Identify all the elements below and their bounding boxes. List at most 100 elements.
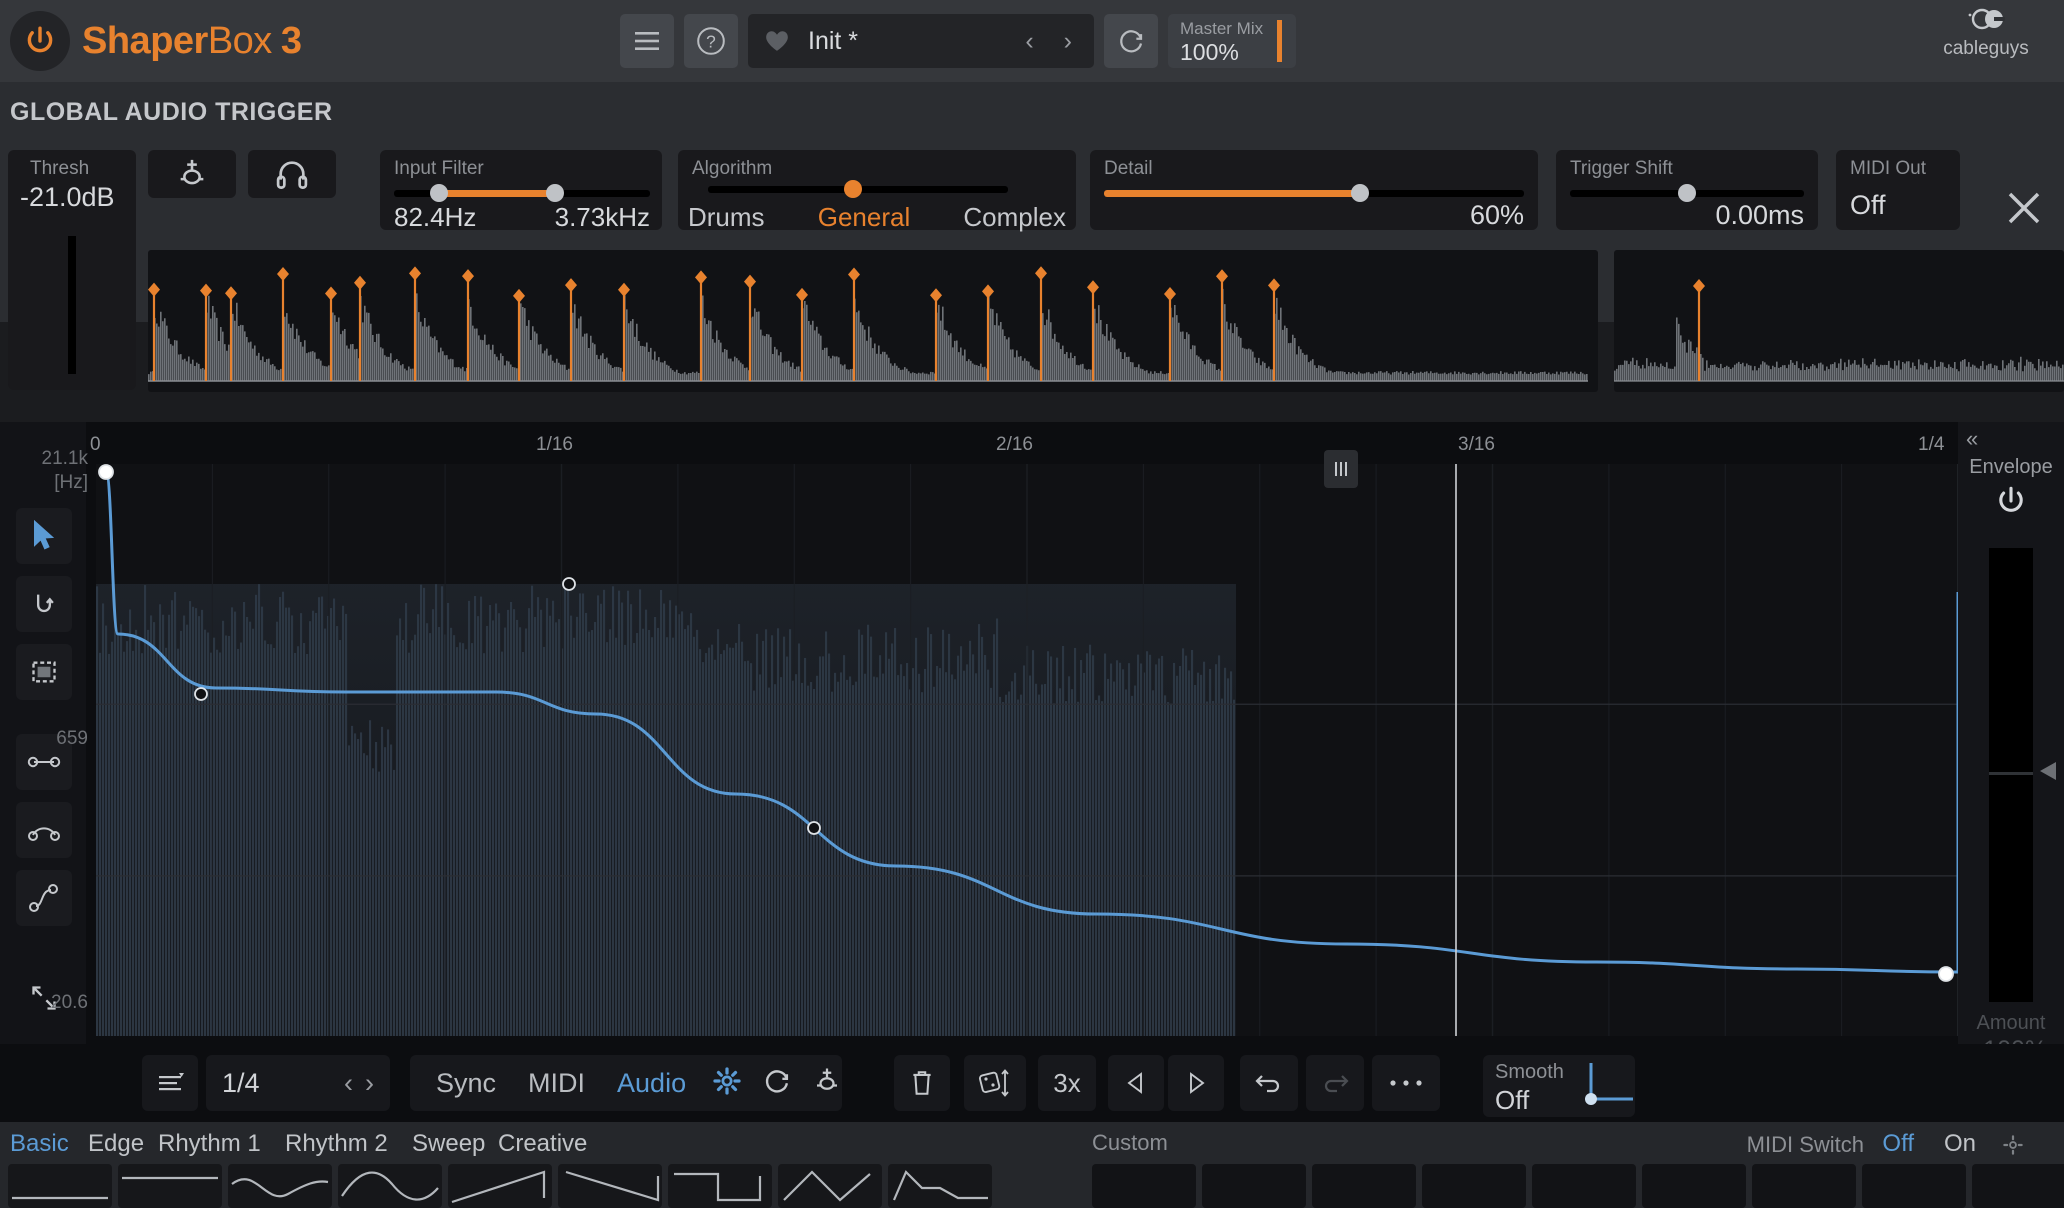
rate-next-button[interactable]: › [365, 1068, 374, 1099]
reload-button[interactable] [1104, 14, 1158, 68]
randomize-button[interactable] [964, 1055, 1026, 1111]
grid-lines-icon [159, 1073, 184, 1091]
envelope-amount-slider[interactable] [1989, 548, 2033, 1002]
more-dots-icon [1390, 1080, 1422, 1086]
category-rhythm-1[interactable]: Rhythm 1 [158, 1130, 261, 1158]
smooth-control[interactable]: Smooth Off [1483, 1055, 1635, 1117]
preset-browser[interactable]: Init * ‹ › [748, 14, 1094, 68]
delete-button[interactable] [894, 1055, 950, 1111]
gear-icon [713, 1066, 741, 1095]
retrigger-loop-button[interactable] [752, 1066, 802, 1101]
threshold-panel[interactable]: Thresh -21.0dB [8, 150, 136, 440]
trigger-shift-panel[interactable]: Trigger Shift 0.00ms [1556, 150, 1818, 230]
shape-preset-6[interactable] [558, 1164, 662, 1208]
shape-preset-9[interactable] [888, 1164, 992, 1208]
redo-button[interactable] [1306, 1055, 1364, 1111]
grid-drag-handle-icon[interactable] [1324, 450, 1358, 488]
custom-slot-2[interactable] [1202, 1164, 1306, 1208]
algorithm-option-general[interactable]: General [818, 202, 911, 233]
shape-preset-4-icon [341, 1171, 439, 1201]
algorithm-panel[interactable]: Algorithm Drums General Complex [678, 150, 1076, 233]
detail-value: 60% [1469, 200, 1524, 230]
trigger-shift-value: 0.00ms [1715, 200, 1804, 230]
menu-button[interactable] [620, 14, 674, 68]
sidechain-waveform-display[interactable] [1614, 250, 2064, 392]
rate-prev-button[interactable]: ‹ [344, 1068, 353, 1099]
loop-icon [766, 1069, 789, 1093]
midi-out-panel[interactable]: MIDI Out Off [1836, 150, 1960, 230]
algorithm-option-complex[interactable]: Complex [963, 202, 1066, 233]
grid-settings-button[interactable] [142, 1055, 198, 1111]
sidechain-icon [180, 159, 204, 185]
envelope-amount-label: Amount [1976, 1012, 2046, 1034]
category-edge[interactable]: Edge [88, 1130, 144, 1158]
custom-slot-5[interactable] [1532, 1164, 1636, 1208]
input-filter-low-knob[interactable] [430, 184, 448, 202]
custom-slot-4[interactable] [1422, 1164, 1526, 1208]
rate-control[interactable]: 1/4 ‹ › [206, 1055, 390, 1111]
help-button[interactable]: ? [684, 14, 738, 68]
custom-slot-3[interactable] [1312, 1164, 1416, 1208]
master-mix-control[interactable]: Master Mix 100% [1168, 14, 1297, 68]
trigger-shift-track[interactable] [1570, 184, 1804, 202]
algorithm-knob[interactable] [844, 180, 862, 198]
threshold-track[interactable] [68, 236, 76, 374]
mode-sync-button[interactable]: Sync [420, 1068, 512, 1099]
detail-panel[interactable]: Detail 60% [1090, 150, 1538, 230]
audio-settings-button[interactable] [702, 1066, 752, 1101]
envelope-amount-handle[interactable] [1989, 772, 2033, 775]
custom-slot-9[interactable] [1972, 1164, 2064, 1208]
multiplier-button[interactable]: 3x [1038, 1055, 1096, 1111]
envelope-power-button[interactable] [1958, 484, 2064, 518]
collapse-panel-button[interactable]: « [1966, 426, 1978, 452]
algorithm-option-drums[interactable]: Drums [688, 202, 765, 233]
shape-preset-7[interactable] [668, 1164, 772, 1208]
shape-preset-8[interactable] [778, 1164, 882, 1208]
main-power-button[interactable] [10, 11, 70, 71]
trigger-shift-knob[interactable] [1678, 184, 1696, 202]
midi-switch-on-button[interactable]: On [1944, 1130, 1976, 1158]
more-options-button[interactable] [1372, 1055, 1440, 1111]
step-back-button[interactable] [1108, 1055, 1164, 1111]
smooth-curve-indicator[interactable] [1579, 1059, 1635, 1115]
custom-slot-1[interactable] [1092, 1164, 1196, 1208]
category-basic[interactable]: Basic [10, 1130, 69, 1158]
detail-track[interactable] [1104, 184, 1524, 202]
algorithm-track[interactable] [708, 180, 1008, 198]
mode-audio-button[interactable]: Audio [601, 1068, 702, 1099]
midi-switch-off-button[interactable]: Off [1882, 1130, 1914, 1158]
shape-preset-5[interactable] [448, 1164, 552, 1208]
close-icon [2008, 192, 2040, 224]
envelope-canvas[interactable] [96, 450, 1960, 1036]
category-creative[interactable]: Creative [498, 1130, 587, 1158]
category-sweep[interactable]: Sweep [412, 1130, 485, 1158]
input-filter-high-value: 3.73kHz [554, 202, 650, 232]
custom-slot-7[interactable] [1752, 1164, 1856, 1208]
master-mix-bar[interactable] [1277, 20, 1283, 62]
listen-button[interactable] [248, 150, 336, 198]
preset-next-button[interactable]: › [1058, 27, 1078, 56]
undo-button[interactable] [1240, 1055, 1298, 1111]
shape-preset-3[interactable] [228, 1164, 332, 1208]
shape-preset-4[interactable] [338, 1164, 442, 1208]
sidechain-input-button[interactable] [148, 150, 236, 198]
audio-waveform-display[interactable] [148, 250, 1598, 392]
close-trigger-panel-button[interactable] [1994, 178, 2054, 238]
category-rhythm-2[interactable]: Rhythm 2 [285, 1130, 388, 1158]
input-filter-track[interactable] [394, 184, 650, 202]
shape-preset-2[interactable] [118, 1164, 222, 1208]
mode-midi-button[interactable]: MIDI [512, 1068, 601, 1099]
detail-knob[interactable] [1351, 184, 1369, 202]
heart-icon[interactable] [764, 29, 790, 53]
audio-trigger-button[interactable] [802, 1066, 852, 1101]
input-filter-panel[interactable]: Input Filter 82.4Hz 3.73kHz [380, 150, 662, 232]
shape-preset-1[interactable] [8, 1164, 112, 1208]
step-forward-button[interactable] [1168, 1055, 1224, 1111]
ruler-tick-0: 0 [90, 434, 101, 455]
ruler-tick-3: 3/16 [1458, 434, 1495, 455]
input-filter-high-knob[interactable] [546, 184, 564, 202]
midi-switch-settings-button[interactable] [2002, 1134, 2024, 1161]
custom-slot-8[interactable] [1862, 1164, 1966, 1208]
custom-slot-6[interactable] [1642, 1164, 1746, 1208]
preset-prev-button[interactable]: ‹ [1019, 27, 1039, 56]
